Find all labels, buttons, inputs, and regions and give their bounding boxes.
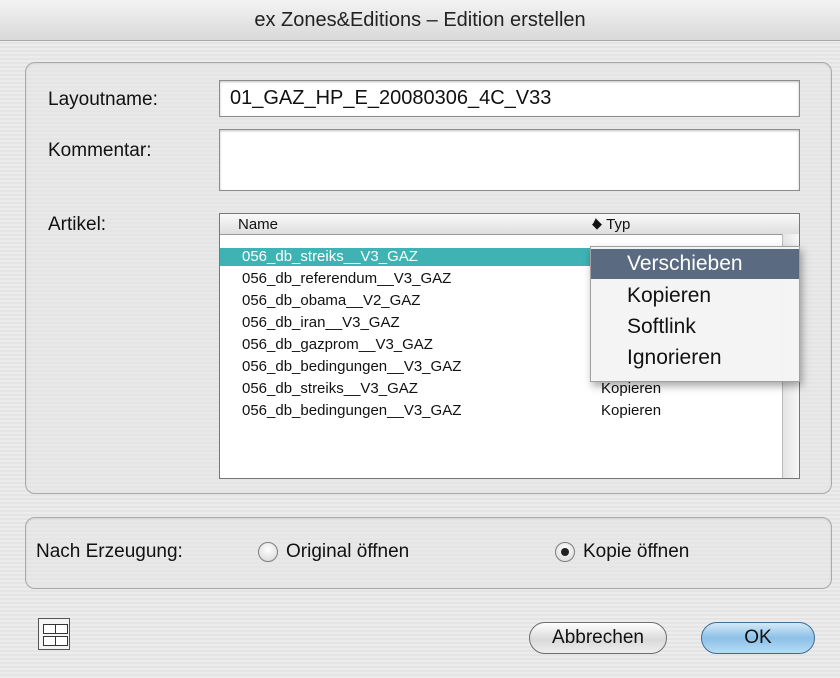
kommentar-label: Kommentar: (48, 140, 152, 161)
kommentar-input[interactable] (219, 129, 800, 191)
list-header: Name ▲ ◆ Typ (220, 214, 799, 235)
list-row[interactable]: 056_db_streiks__V3_GAZ Kopieren (220, 380, 785, 398)
layoutname-input[interactable]: 01_GAZ_HP_E_20080306_4C_V33 (219, 80, 800, 117)
column-name-header[interactable]: Name (238, 216, 278, 233)
radio-selected-dot (561, 548, 569, 556)
radio-copy-open[interactable] (555, 542, 575, 562)
dialog-window: ex Zones&Editions – Edition erstellen La… (0, 0, 840, 678)
option-original-label[interactable]: Original öffnen (286, 541, 409, 563)
layoutname-label: Layoutname: (48, 89, 158, 110)
layout-grid-icon[interactable] (38, 618, 70, 650)
typ-popup-menu: Verschieben Kopieren Softlink Ignorieren (590, 246, 800, 382)
window-title: ex Zones&Editions – Edition erstellen (0, 0, 840, 41)
artikel-label: Artikel: (48, 214, 107, 235)
after-creation-label: Nach Erzeugung: (36, 541, 183, 562)
list-row[interactable]: 056_db_bedingungen__V3_GAZ Kopieren (220, 402, 785, 420)
column-typ-header[interactable]: ◆ Typ (592, 216, 630, 233)
option-copy-label[interactable]: Kopie öffnen (583, 541, 689, 563)
menu-item-verschieben[interactable]: Verschieben (591, 249, 799, 279)
menu-item-softlink[interactable]: Softlink (591, 312, 799, 342)
cancel-button[interactable]: Abbrechen (529, 622, 667, 654)
menu-item-ignorieren[interactable]: Ignorieren (591, 343, 799, 373)
radio-original-open[interactable] (258, 542, 278, 562)
ok-button[interactable]: OK (701, 622, 815, 654)
menu-item-kopieren[interactable]: Kopieren (591, 281, 799, 311)
